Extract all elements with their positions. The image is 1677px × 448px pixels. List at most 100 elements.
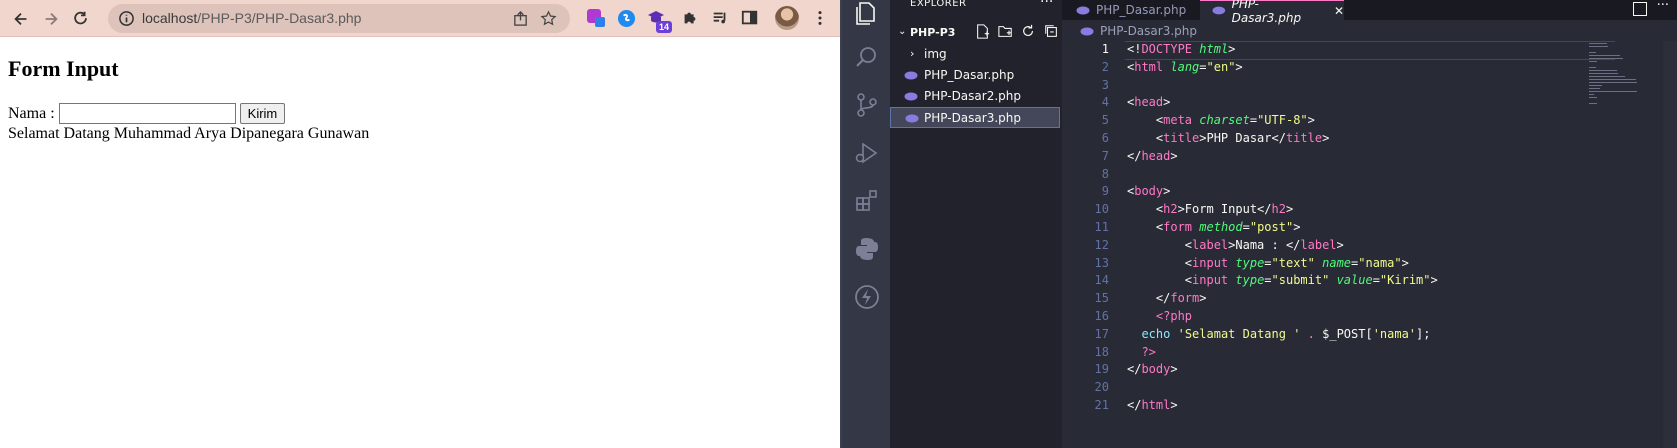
shazam-icon[interactable] [616, 8, 636, 28]
project-header[interactable]: ⌄ PHP-P3 [890, 24, 1062, 42]
line-number: 17 [1094, 327, 1109, 341]
explorer-files-icon[interactable] [854, 0, 880, 26]
refresh-icon[interactable] [1021, 24, 1038, 41]
profile-avatar[interactable] [775, 6, 799, 30]
code-line[interactable]: <input type="submit" value="Kirim"> [1127, 273, 1438, 292]
close-icon[interactable]: ✕ [1334, 4, 1344, 18]
share-icon[interactable] [512, 10, 529, 27]
tree-file-php-dasar[interactable]: PHP_Dasar.php [890, 65, 1060, 86]
code-line[interactable]: <h2>Form Input</h2> [1127, 202, 1293, 221]
code-line[interactable]: <form method="post"> [1127, 220, 1301, 239]
browser-window: localhost/PHP-P3/PHP-Dasar3.php 14 Form … [0, 0, 840, 448]
code-token: ?> [1127, 345, 1156, 359]
code-line[interactable]: <meta charset="UTF-8"> [1127, 113, 1315, 132]
site-info-icon[interactable] [118, 10, 135, 27]
bookmark-star-icon[interactable] [540, 10, 557, 27]
code-token: head [1141, 149, 1171, 163]
code-line[interactable]: echo 'Selamat Datang ' . $_POST['nama']; [1127, 327, 1430, 346]
address-bar[interactable]: localhost/PHP-P3/PHP-Dasar3.php [108, 4, 570, 33]
reload-button[interactable] [68, 6, 94, 32]
name-input[interactable] [58, 103, 236, 124]
breadcrumb[interactable]: PHP-Dasar3.php [1062, 22, 1197, 40]
extension-graduation-icon[interactable]: 14 [646, 8, 672, 33]
code-token: "text" [1271, 256, 1315, 270]
chevron-right-icon: › [910, 47, 915, 60]
url-text[interactable]: localhost/PHP-P3/PHP-Dasar3.php [142, 10, 361, 26]
code-token: name [1322, 256, 1352, 270]
code-line[interactable]: </form> [1127, 291, 1207, 310]
code-token: > [1163, 95, 1171, 109]
minimap-line [1589, 67, 1597, 68]
code-token: <?php [1127, 309, 1193, 323]
tree-item-label: PHP-Dasar3.php [924, 111, 1021, 125]
editor-scrollbar[interactable] [1663, 41, 1677, 448]
code-token: > [1322, 131, 1330, 145]
code-line[interactable]: <html lang="en"> [1127, 60, 1243, 79]
search-icon[interactable] [854, 44, 880, 70]
minimap-line [1589, 103, 1598, 104]
code-token: = [1264, 273, 1272, 287]
tree-item-label: PHP_Dasar.php [924, 68, 1015, 82]
minimap-line [1589, 94, 1594, 95]
code-editor[interactable]: 1 2 3 4 5 6 7 8 9 10 11 12 13 14 15 16 17 18 19 20 21 <!DOCT… [1062, 41, 1677, 448]
explorer-more-icon[interactable]: ··· [1040, 0, 1053, 10]
chevron-down-icon: ⌄ [898, 26, 907, 37]
new-file-icon[interactable] [975, 24, 992, 41]
puzzle-extensions-icon[interactable] [680, 8, 700, 28]
source-control-icon[interactable] [854, 92, 880, 118]
extensions-icon[interactable] [854, 188, 880, 214]
code-token: = [1242, 220, 1250, 234]
code-token: > [1336, 238, 1344, 252]
code-line[interactable]: <head> [1127, 95, 1170, 114]
tree-folder-img[interactable]: › img [890, 44, 1060, 65]
code-line[interactable]: <label>Nama : </label> [1127, 238, 1344, 257]
code-line[interactable]: </body> [1127, 362, 1178, 381]
code-token: < [1127, 273, 1193, 287]
code-token: body [1134, 184, 1164, 198]
submit-button[interactable]: Kirim [239, 103, 286, 124]
extension-1-icon[interactable] [586, 8, 606, 28]
code-token: </ [1127, 149, 1142, 163]
code-line[interactable]: </html> [1127, 398, 1178, 417]
page-heading: Form Input [8, 56, 119, 81]
code-line[interactable]: </head> [1127, 149, 1178, 168]
code-line[interactable]: <?php [1127, 309, 1192, 328]
new-folder-icon[interactable] [998, 24, 1015, 41]
side-panel-icon[interactable] [740, 8, 760, 28]
code-token: = [1249, 113, 1258, 127]
back-button[interactable] [8, 6, 34, 32]
minimap[interactable] [1589, 43, 1639, 104]
php-elephant-icon [904, 92, 918, 101]
split-editor-icon[interactable] [1633, 2, 1647, 16]
code-token: type [1235, 273, 1265, 287]
run-debug-icon[interactable] [854, 140, 880, 166]
php-elephant-icon [1080, 27, 1094, 35]
collapse-all-icon[interactable] [1044, 24, 1061, 41]
editor-more-icon[interactable]: ··· [1657, 0, 1669, 13]
minimap-line [1589, 97, 1598, 98]
code-line[interactable]: <!DOCTYPE html> [1127, 42, 1235, 61]
tree-file-php-dasar2[interactable]: PHP-Dasar2.php [890, 86, 1060, 107]
code-token: > [1235, 60, 1243, 74]
code-token: html [1134, 60, 1164, 74]
line-number: 16 [1094, 309, 1109, 323]
python-icon[interactable] [854, 236, 880, 262]
kebab-menu-icon[interactable] [810, 8, 830, 28]
line-number: 11 [1094, 220, 1109, 234]
web-page-content: Form Input Nama : Kirim Selamat Datang M… [0, 37, 840, 448]
media-control-icon[interactable] [710, 8, 730, 28]
php-elephant-icon [1212, 6, 1226, 15]
code-line[interactable]: <title>PHP Dasar</title> [1127, 131, 1329, 150]
tab-php-dasar3[interactable]: PHP-Dasar3.php ✕ [1200, 0, 1344, 25]
code-line[interactable]: <body> [1127, 184, 1170, 203]
forward-button[interactable] [38, 6, 64, 32]
thunder-client-icon[interactable] [854, 284, 880, 310]
tab-php-dasar[interactable]: PHP_Dasar.php [1062, 0, 1192, 20]
line-number: 15 [1094, 291, 1109, 305]
minimap-line [1589, 58, 1623, 59]
code-token: lang [1170, 60, 1200, 74]
line-number: 13 [1094, 256, 1109, 270]
tree-file-php-dasar3[interactable]: PHP-Dasar3.php [890, 107, 1060, 128]
